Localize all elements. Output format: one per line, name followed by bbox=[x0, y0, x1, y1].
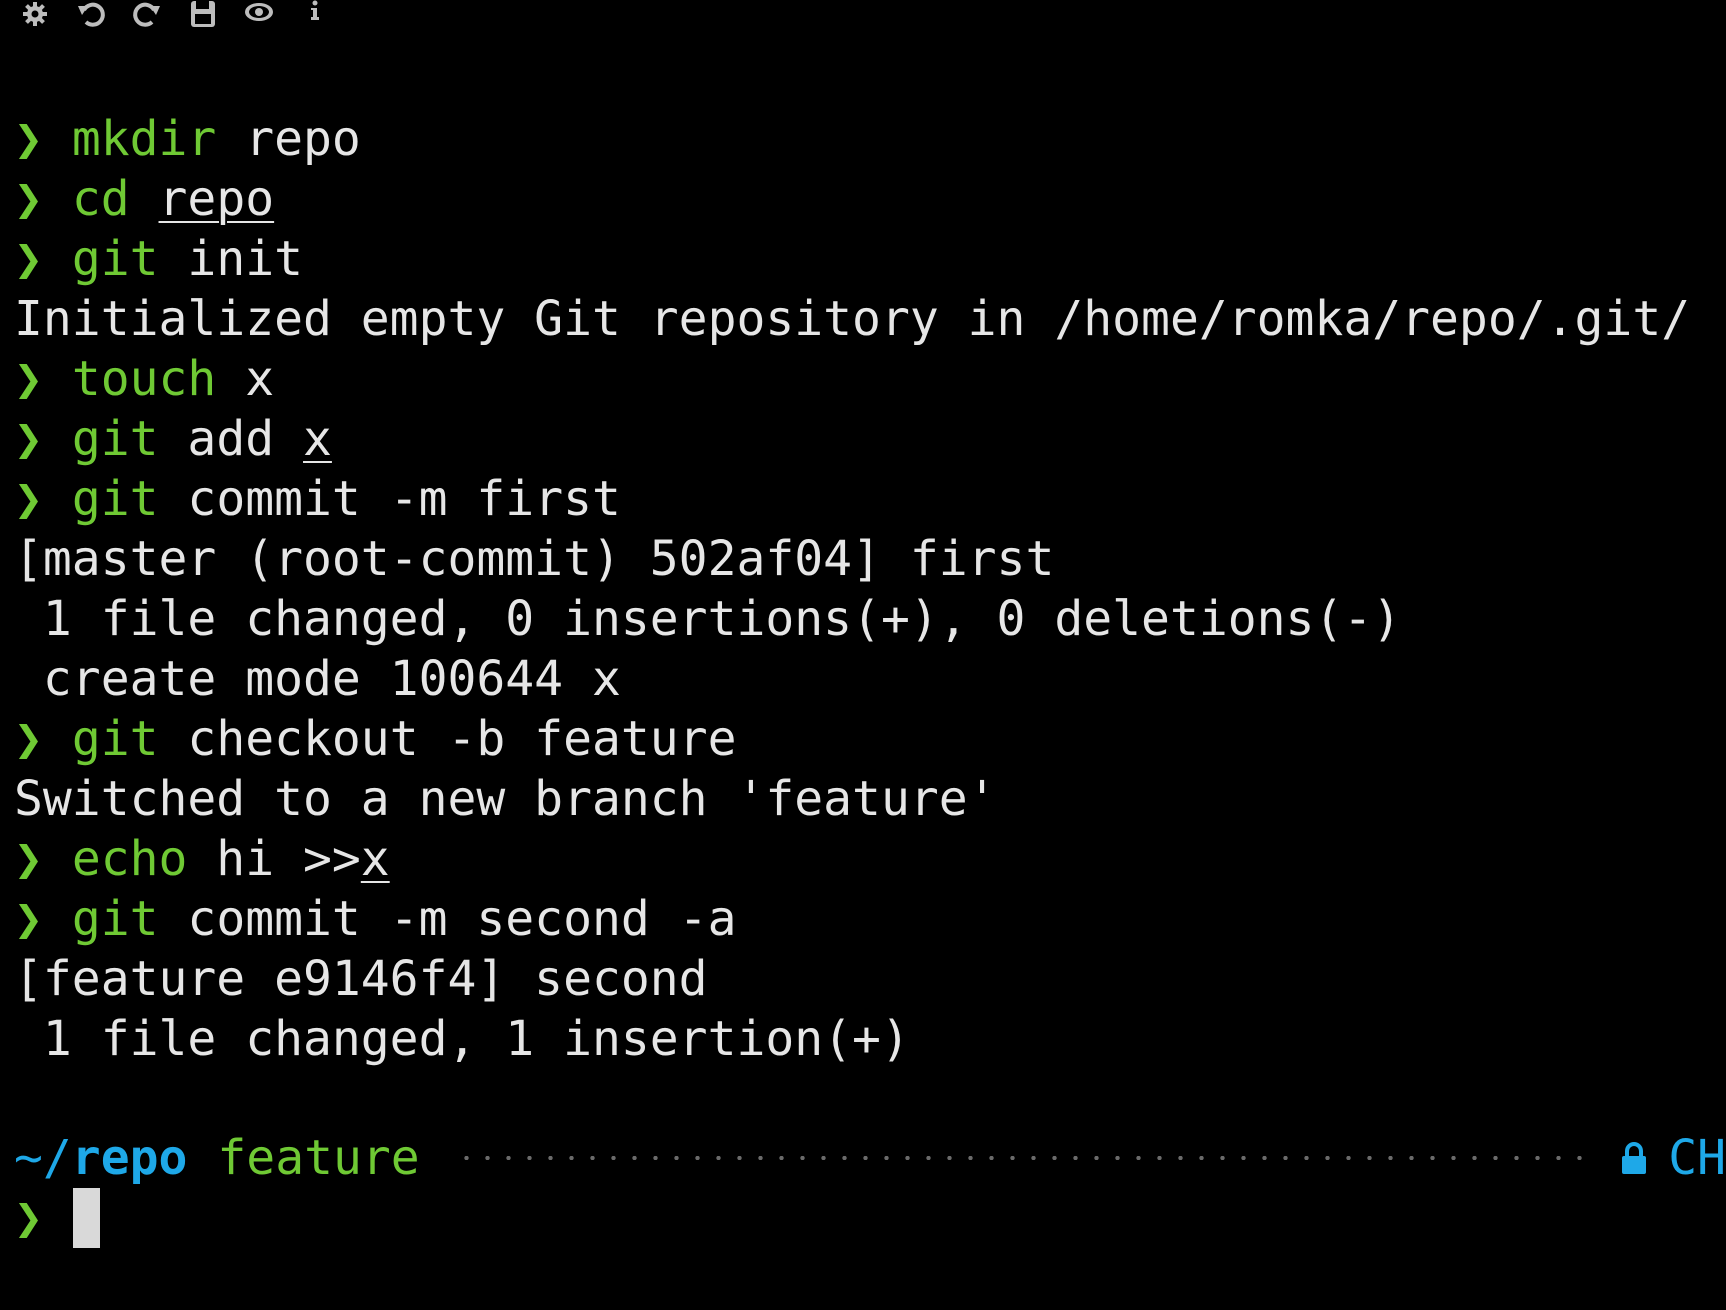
command-line: ❯ git init bbox=[14, 229, 1690, 289]
output-line: [master (root-commit) 502af04] first bbox=[14, 529, 1690, 589]
prompt-symbol: ❯ bbox=[14, 111, 43, 167]
command-name: git bbox=[71, 711, 159, 767]
command-line: ❯ git add x bbox=[14, 409, 1690, 469]
git-branch: feature bbox=[217, 1130, 420, 1186]
input-language: CH bbox=[1668, 1130, 1726, 1186]
path-argument: x bbox=[303, 411, 332, 467]
command-name: git bbox=[71, 891, 159, 947]
command-name: git bbox=[71, 231, 159, 287]
prompt-symbol: ❯ bbox=[14, 1190, 43, 1246]
command-args: commit -m first bbox=[158, 471, 621, 527]
prompt-symbol: ❯ bbox=[14, 711, 43, 767]
undo-icon[interactable] bbox=[74, 0, 108, 28]
path-argument: repo bbox=[158, 171, 275, 227]
command-line: ❯ mkdir repo bbox=[14, 109, 1690, 169]
command-name: git bbox=[71, 471, 159, 527]
output-text: [feature e9146f4] second bbox=[14, 951, 708, 1007]
output-line: Initialized empty Git repository in /hom… bbox=[14, 289, 1690, 349]
prompt-symbol: ❯ bbox=[14, 171, 43, 227]
prompt-symbol: ❯ bbox=[14, 831, 43, 887]
path-prefix: ~/ bbox=[14, 1130, 72, 1186]
gear-icon[interactable] bbox=[18, 0, 52, 28]
output-text: 1 file changed, 1 insertion(+) bbox=[14, 1011, 910, 1067]
output-text: 1 file changed, 0 insertions(+), 0 delet… bbox=[14, 591, 1402, 647]
command-name: mkdir bbox=[71, 111, 217, 167]
command-name: git bbox=[71, 411, 159, 467]
output-text: [master (root-commit) 502af04] first bbox=[14, 531, 1055, 587]
prompt-symbol: ❯ bbox=[14, 231, 43, 287]
command-args: hi >> bbox=[187, 831, 361, 887]
lock-icon bbox=[1620, 1141, 1648, 1175]
prompt-symbol: ❯ bbox=[14, 891, 43, 947]
command-args: commit -m second -a bbox=[158, 891, 737, 947]
save-icon[interactable] bbox=[186, 0, 220, 28]
command-line: ❯ git commit -m first bbox=[14, 469, 1690, 529]
output-line: 1 file changed, 1 insertion(+) bbox=[14, 1009, 1690, 1069]
active-prompt[interactable]: ❯ bbox=[14, 1188, 100, 1248]
prompt-symbol: ❯ bbox=[14, 411, 43, 467]
path-directory: repo bbox=[71, 1130, 188, 1186]
command-line: ❯ git commit -m second -a bbox=[14, 889, 1690, 949]
command-name: cd bbox=[71, 171, 130, 227]
toolbar bbox=[18, 0, 332, 28]
command-args: x bbox=[216, 351, 275, 407]
text-cursor bbox=[72, 1188, 100, 1248]
command-name: touch bbox=[71, 351, 217, 407]
command-line: ❯ cd repo bbox=[14, 169, 1690, 229]
filler-dots bbox=[455, 1156, 1593, 1160]
command-args: repo bbox=[216, 111, 361, 167]
command-line: ❯ touch x bbox=[14, 349, 1690, 409]
command-args: add bbox=[158, 411, 304, 467]
command-line: ❯ git checkout -b feature bbox=[14, 709, 1690, 769]
output-line: 1 file changed, 0 insertions(+), 0 delet… bbox=[14, 589, 1690, 649]
output-text: create mode 100644 x bbox=[14, 651, 621, 707]
command-name: echo bbox=[71, 831, 188, 887]
path-argument: x bbox=[360, 831, 390, 887]
output-text: Initialized empty Git repository in /hom… bbox=[14, 291, 1691, 347]
eye-icon[interactable] bbox=[242, 0, 276, 28]
output-line: [feature e9146f4] second bbox=[14, 949, 1690, 1009]
prompt-status-line: ~/repo feature CH bbox=[14, 1128, 1726, 1188]
output-text: Switched to a new branch 'feature' bbox=[14, 771, 997, 827]
command-args: init bbox=[158, 231, 304, 287]
terminal-output: ❯ mkdir repo ❯ cd repo ❯ git init Initializ… bbox=[14, 109, 1690, 1069]
prompt-symbol: ❯ bbox=[14, 471, 43, 527]
command-args: checkout -b feature bbox=[158, 711, 737, 767]
prompt-symbol: ❯ bbox=[14, 351, 43, 407]
output-line: create mode 100644 x bbox=[14, 649, 1690, 709]
info-icon[interactable] bbox=[298, 0, 332, 28]
command-args bbox=[130, 171, 159, 227]
redo-icon[interactable] bbox=[130, 0, 164, 28]
command-line: ❯ echo hi >>x bbox=[14, 829, 1690, 889]
output-line: Switched to a new branch 'feature' bbox=[14, 769, 1690, 829]
